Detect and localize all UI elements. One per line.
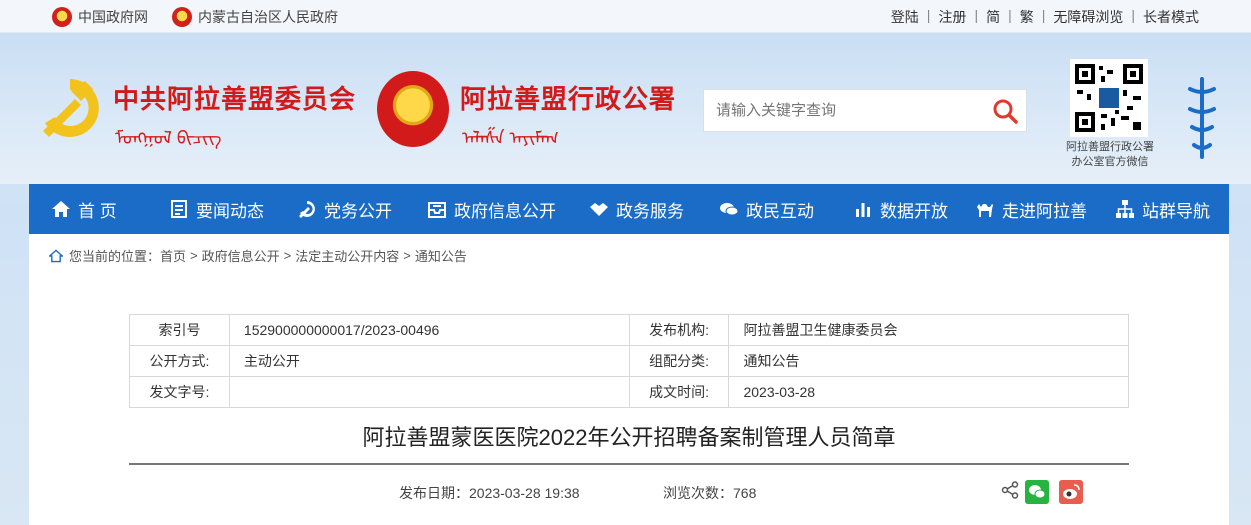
table-row: 索引号 152900000000017/2023-00496 发布机构: 阿拉善… [129, 314, 1129, 346]
qr-caption: 阿拉善盟行政公署 办公室官方微信 [1052, 140, 1168, 170]
mongolian-language-icon[interactable] [1182, 75, 1222, 161]
register-link[interactable]: 注册 [938, 7, 966, 27]
simplified-link[interactable]: 简 [986, 7, 1000, 27]
breadcrumb-notices[interactable]: 通知公告 [415, 246, 467, 265]
document-number-label: 发文字号: [129, 376, 230, 408]
link-china-gov-label: 中国政府网 [78, 9, 148, 25]
top-right-links: 登陆 | 注册 | 简 | 繁 | 无障碍浏览 | 长者模式 [890, 7, 1199, 27]
gov-office-title: 阿拉善盟行政公署 [460, 84, 677, 114]
breadcrumb-gov-info[interactable]: 政府信息公开 [202, 246, 280, 265]
home-icon [49, 248, 63, 262]
top-bar: 中国政府网 内蒙古自治区人民政府 登陆 | 注册 | 简 | 繁 | 无障碍浏览 | 长者… [0, 0, 1251, 33]
share-icon[interactable] [1001, 481, 1019, 499]
breadcrumb-prefix: 您当前的位置： [69, 249, 161, 264]
national-emblem-icon [52, 7, 72, 27]
main-nav: 首 页 要闻动态 党务公开 政府信息公开 政务服务 政民互动 数据开放 走进阿拉… [29, 184, 1229, 234]
nav-interaction[interactable]: 政民互动 [719, 184, 814, 234]
disclosure-method-label: 公开方式: [129, 345, 230, 377]
party-emblem-icon [43, 79, 99, 137]
nav-party-affairs[interactable]: 党务公开 [297, 184, 392, 234]
nav-home[interactable]: 首 页 [51, 184, 117, 234]
document-metadata-table: 索引号 152900000000017/2023-00496 发布机构: 阿拉善… [129, 314, 1129, 408]
nav-gov-services-label: 政务服务 [616, 201, 684, 221]
link-nmg-gov[interactable]: 内蒙古自治区人民政府 [172, 7, 338, 27]
view-count-value: 768 [733, 485, 757, 501]
national-emblem-icon [172, 7, 192, 27]
traditional-link[interactable]: 繁 [1020, 7, 1034, 27]
nav-site-group-label: 站群导航 [1142, 201, 1210, 221]
wechat-share-icon[interactable] [1025, 480, 1049, 504]
nav-site-group[interactable]: 站群导航 [1115, 184, 1210, 234]
sitemap-icon [1116, 200, 1134, 218]
site-header: 中共阿拉善盟委员会 ᠮᠣᠩᠭᠣᠯ ᠪᠢᠴᠢᠭ 阿拉善盟行政公署 ᠠᠯᠠᠱᠠ ᠠᠶ… [0, 33, 1251, 184]
title-divider [129, 463, 1129, 465]
qr-caption-line1: 阿拉善盟行政公署 [1066, 141, 1154, 153]
written-date-label: 成文时间: [628, 376, 730, 408]
national-emblem-icon [377, 71, 449, 147]
written-date-value: 2023-03-28 [728, 376, 1129, 408]
publish-date-value: 2023-03-28 19:38 [469, 485, 580, 501]
table-row: 发文字号: 成文时间: 2023-03-28 [129, 376, 1129, 408]
party-committee-title: 中共阿拉善盟委员会 [113, 84, 357, 114]
gov-mongolian-script: ᠠᠯᠠᠱᠠ ᠠᠶᠢᠮᠠᠭ [462, 128, 559, 148]
disclosure-method-value: 主动公开 [228, 345, 630, 377]
index-number-value: 152900000000017/2023-00496 [228, 314, 630, 346]
party-mongolian-script: ᠮᠣᠩᠭᠣᠯ ᠪᠢᠴᠢᠭ [115, 128, 222, 148]
main-content: 您当前的位置： 首页 > 政府信息公开 > 法定主动公开内容 > 通知公告 索引号 1… [29, 234, 1229, 525]
category-value: 通知公告 [728, 345, 1129, 377]
view-count: 浏览次数：768 [663, 483, 756, 503]
nav-about-alxa[interactable]: 走进阿拉善 [975, 184, 1087, 234]
publish-date-label: 发布日期： [399, 485, 469, 501]
index-number-label: 索引号 [129, 314, 230, 346]
elder-mode-link[interactable]: 长者模式 [1143, 7, 1199, 27]
table-row: 公开方式: 主动公开 组配分类: 通知公告 [129, 345, 1129, 377]
nav-news[interactable]: 要闻动态 [169, 184, 264, 234]
home-icon [52, 201, 70, 217]
login-link[interactable]: 登陆 [891, 7, 919, 27]
qr-caption-line2: 办公室官方微信 [1071, 156, 1149, 168]
issuing-agency-label: 发布机构: [628, 314, 730, 346]
bar-chart-icon [856, 203, 870, 217]
nav-open-data[interactable]: 数据开放 [853, 184, 948, 234]
search-icon[interactable] [992, 98, 1018, 124]
camel-icon [977, 204, 993, 217]
nav-news-label: 要闻动态 [196, 201, 264, 221]
breadcrumb: 您当前的位置： 首页 > 政府信息公开 > 法定主动公开内容 > 通知公告 [49, 246, 467, 265]
handshake-icon [590, 203, 608, 216]
article-title: 阿拉善盟蒙医医院2022年公开招聘备案制管理人员简章 [362, 425, 896, 450]
search-box [703, 89, 1027, 132]
nav-home-label: 首 页 [78, 201, 117, 221]
category-label: 组配分类: [628, 345, 730, 377]
link-china-gov[interactable]: 中国政府网 [52, 7, 148, 27]
accessibility-link[interactable]: 无障碍浏览 [1053, 7, 1123, 27]
issuing-agency-value: 阿拉善盟卫生健康委员会 [728, 314, 1129, 346]
nav-open-data-label: 数据开放 [880, 201, 948, 221]
hammer-sickle-icon [299, 201, 315, 218]
breadcrumb-statutory-content[interactable]: 法定主动公开内容 [295, 246, 399, 265]
breadcrumb-home[interactable]: 首页 [160, 246, 186, 265]
document-number-value [228, 376, 630, 408]
nav-gov-info[interactable]: 政府信息公开 [427, 184, 556, 234]
nav-about-alxa-label: 走进阿拉善 [1002, 201, 1087, 221]
nav-gov-info-label: 政府信息公开 [454, 201, 556, 221]
document-icon [171, 200, 187, 218]
weibo-share-icon[interactable] [1059, 480, 1083, 504]
nav-gov-services[interactable]: 政务服务 [589, 184, 684, 234]
link-nmg-gov-label: 内蒙古自治区人民政府 [198, 9, 338, 25]
search-input[interactable] [704, 90, 974, 131]
chat-bubbles-icon [720, 203, 739, 216]
nav-interaction-label: 政民互动 [746, 201, 814, 221]
publish-date: 发布日期：2023-03-28 19:38 [399, 483, 580, 503]
wechat-qr-code [1070, 59, 1148, 137]
inbox-icon [428, 202, 446, 218]
view-count-label: 浏览次数： [663, 485, 733, 501]
nav-party-affairs-label: 党务公开 [324, 201, 392, 221]
